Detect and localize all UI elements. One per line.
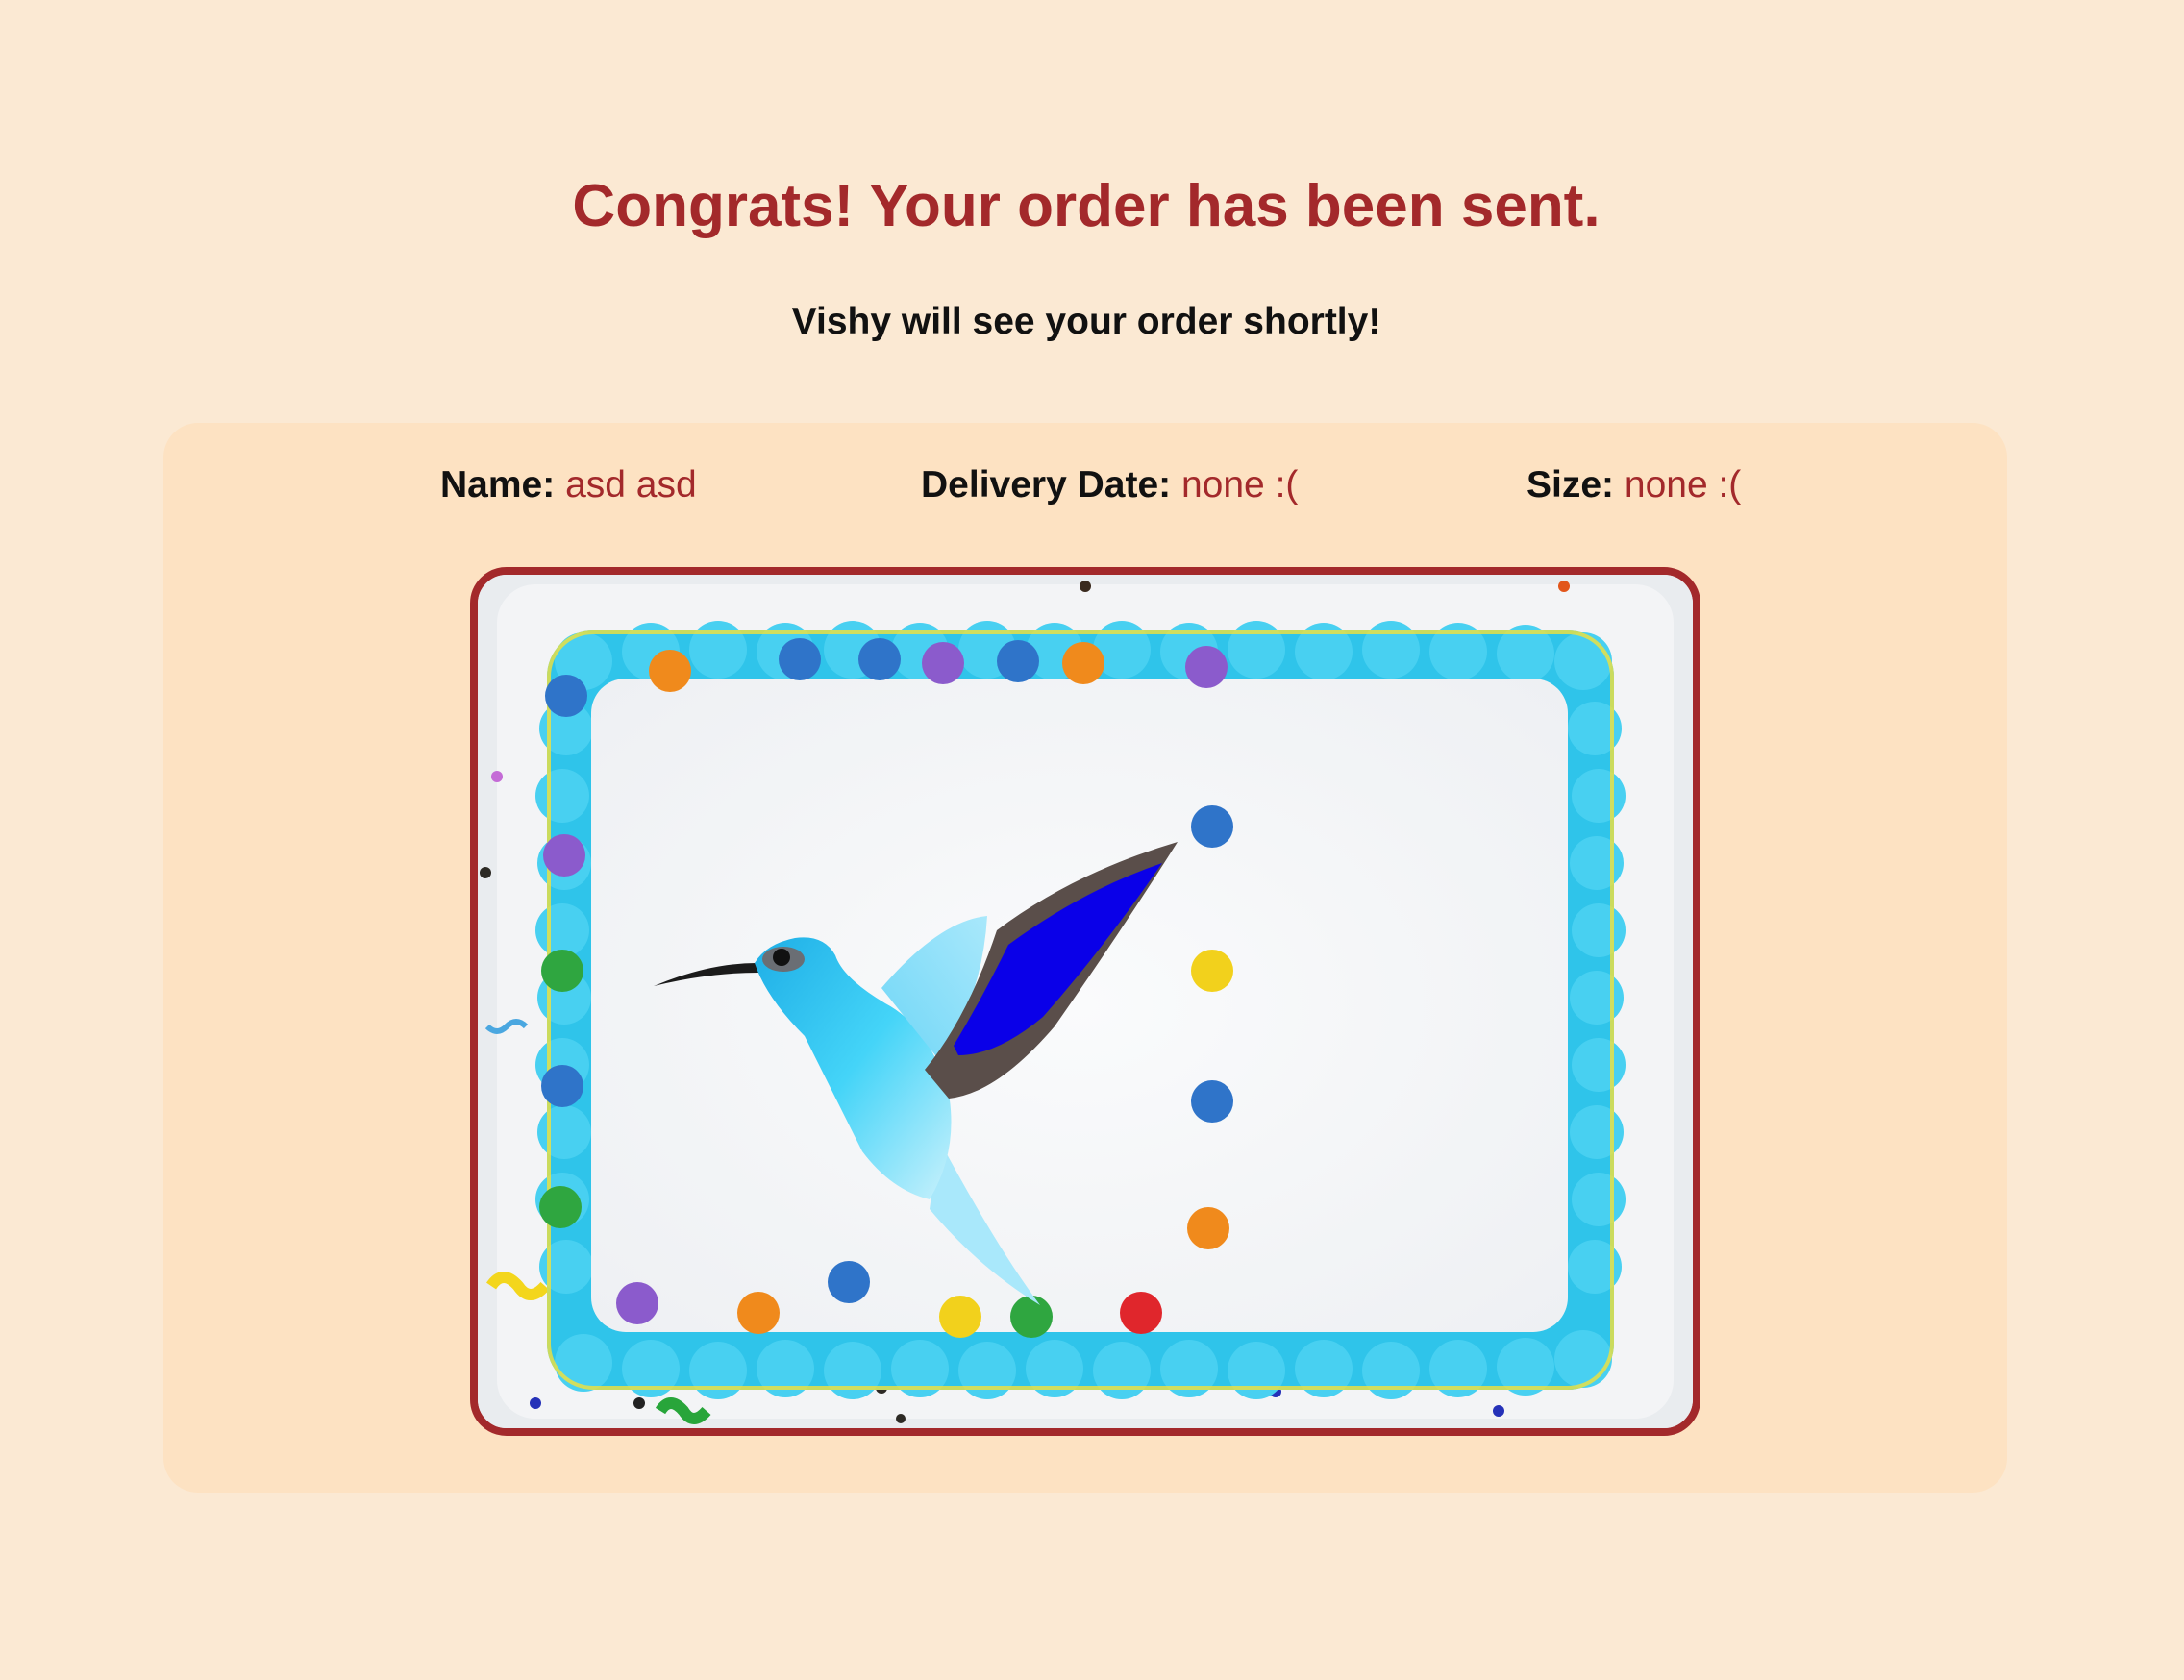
order-delivery-date-value: none :(	[1180, 464, 1299, 506]
order-confirmation-page: Congrats! Your order has been sent. Vish…	[0, 0, 2184, 1680]
order-size-label: Size:	[1526, 464, 1615, 506]
page-subtitle: Vishy will see your order shortly!	[791, 301, 1381, 342]
cake-illustration	[478, 575, 1693, 1428]
page-title: Congrats! Your order has been sent.	[572, 173, 1601, 239]
order-name-field: Name: asd asd	[440, 457, 697, 514]
order-name-label: Name:	[440, 464, 556, 506]
order-size-field: Size: none :(	[1526, 457, 1741, 514]
order-size-value: none :(	[1624, 464, 1742, 506]
cake-top	[591, 679, 1568, 1332]
order-delivery-date-field: Delivery Date: none :(	[921, 457, 1298, 514]
cake-preview-image	[470, 567, 1700, 1436]
order-name-value: asd asd	[565, 464, 697, 506]
order-delivery-date-label: Delivery Date:	[921, 464, 1172, 506]
